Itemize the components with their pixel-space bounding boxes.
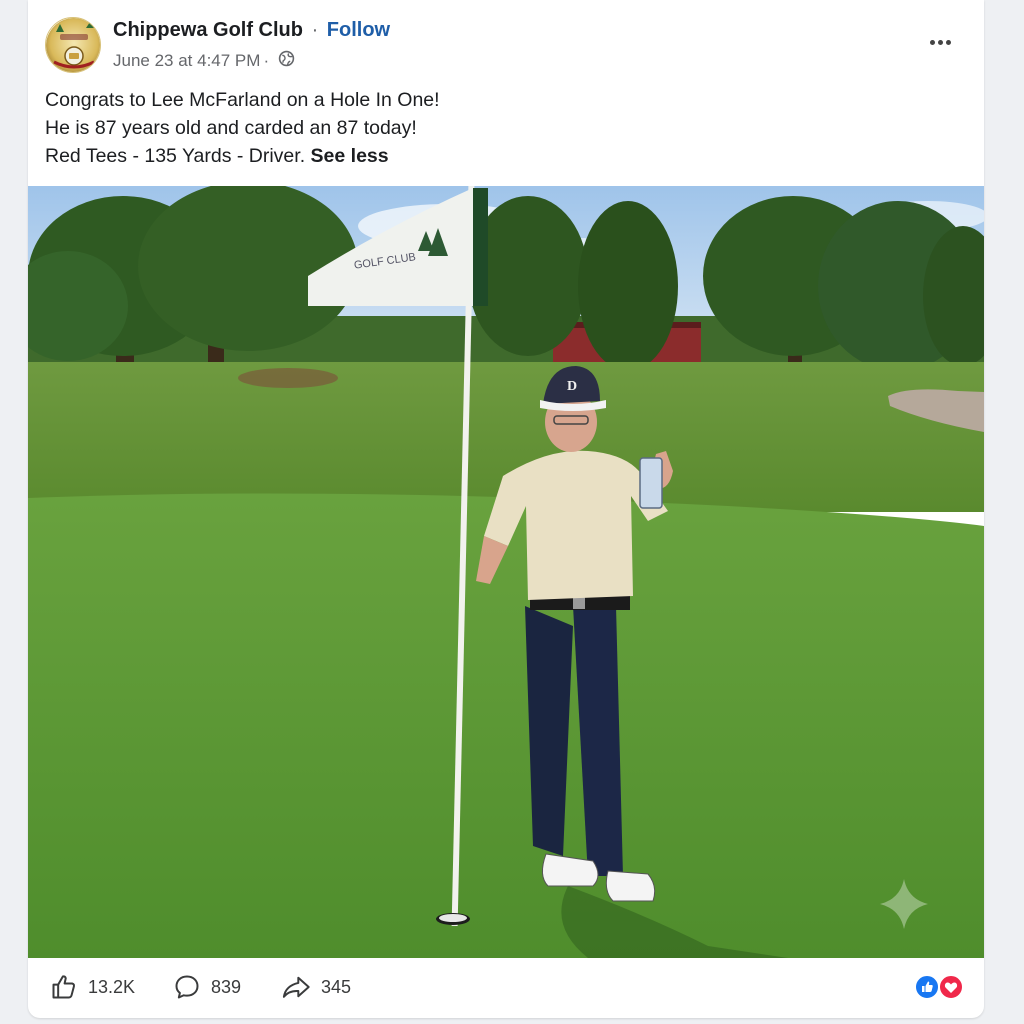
title-separator: · <box>311 19 319 41</box>
love-reaction-icon <box>938 974 964 1000</box>
comment-button[interactable]: 839 <box>173 972 241 1002</box>
follow-button[interactable]: Follow <box>327 19 390 41</box>
share-count: 345 <box>321 976 352 997</box>
see-less-link[interactable]: See less <box>311 145 389 167</box>
like-button[interactable]: 13.2K <box>50 972 135 1002</box>
page-name-link[interactable]: Chippewa Golf Club <box>113 19 303 41</box>
post-body-text: Congrats to Lee McFarland on a Hole In O… <box>45 86 965 170</box>
post-actions-bar: 13.2K 839 345 <box>28 958 984 1018</box>
post-text-line-last: Red Tees - 135 Yards - Driver. See less <box>45 142 965 170</box>
post-card: Chippewa Golf Club · Follow June 23 at 4… <box>28 0 984 1018</box>
post-meta: June 23 at 4:47 PM · <box>113 50 295 72</box>
meta-separator: · <box>263 51 270 70</box>
thumbs-up-icon <box>50 973 78 1001</box>
share-button[interactable]: 345 <box>281 972 351 1002</box>
post-text-line: Congrats to Lee McFarland on a Hole In O… <box>45 89 440 111</box>
reaction-summary[interactable] <box>914 974 966 1000</box>
comment-bubble-icon <box>173 973 201 1001</box>
cap-logo: D <box>567 379 577 394</box>
like-reaction-icon <box>914 974 940 1000</box>
globe-icon <box>278 50 295 72</box>
post-text-line: Red Tees - 135 Yards - Driver. <box>45 145 306 167</box>
post-photo[interactable]: GOLF CLUB D <box>28 186 984 958</box>
post-timestamp[interactable]: June 23 at 4:47 PM <box>113 51 260 71</box>
like-count: 13.2K <box>88 976 136 997</box>
comment-count: 839 <box>211 976 242 997</box>
post-title-row: Chippewa Golf Club · Follow <box>113 19 390 42</box>
post-header: Chippewa Golf Club · Follow June 23 at 4… <box>28 0 984 80</box>
more-options-icon[interactable] <box>924 28 956 56</box>
share-arrow-icon <box>281 973 311 1001</box>
club-logo-avatar[interactable] <box>45 17 101 73</box>
post-text-line: He is 87 years old and carded an 87 toda… <box>45 117 417 139</box>
